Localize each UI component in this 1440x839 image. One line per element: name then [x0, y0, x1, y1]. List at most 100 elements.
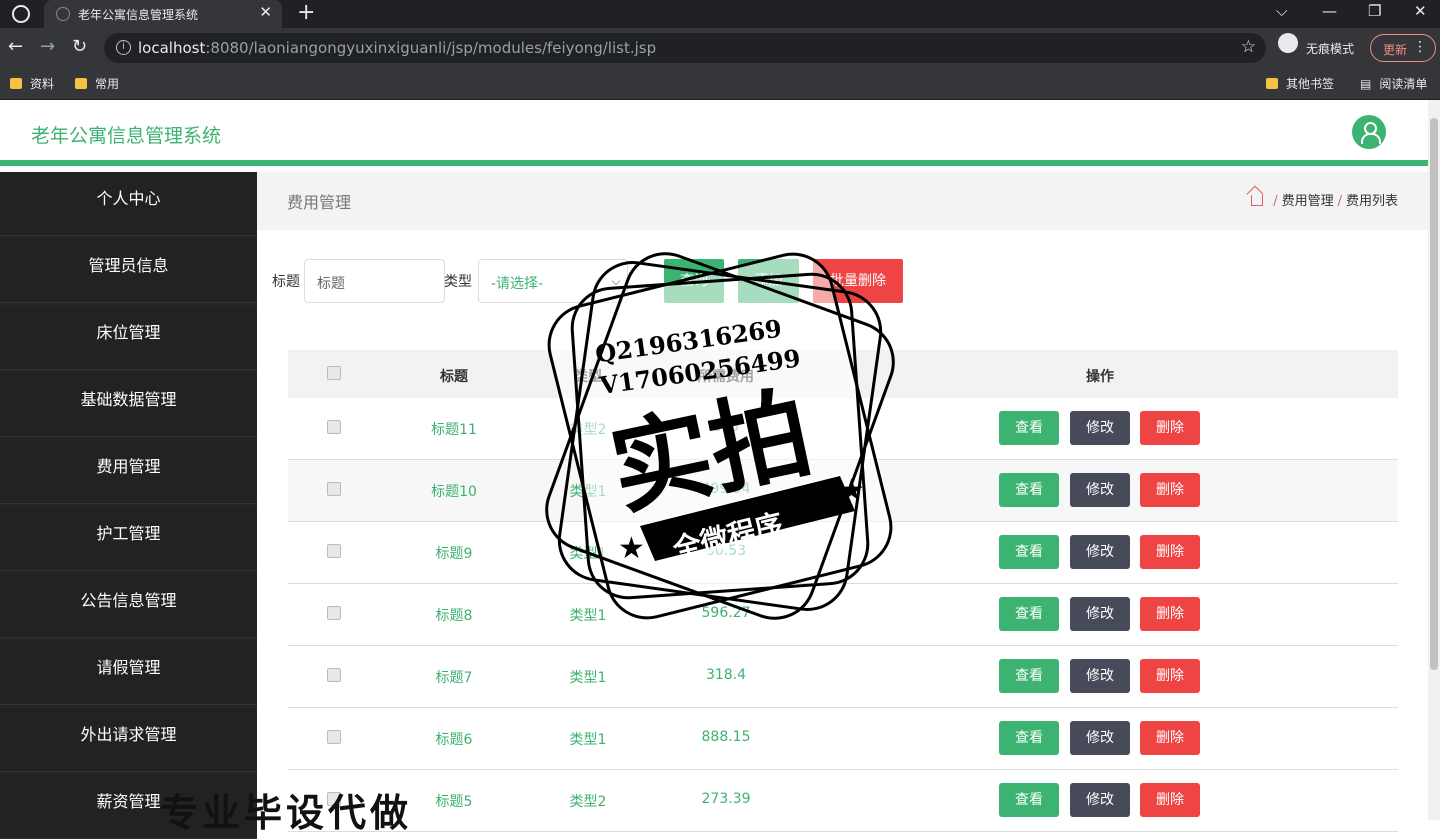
add-button[interactable]: 添加	[738, 259, 799, 303]
row-checkbox[interactable]	[327, 544, 341, 558]
back-icon[interactable]: ←	[8, 36, 23, 57]
cell-type: 类型1	[569, 732, 607, 748]
title-search-input[interactable]: 标题	[304, 259, 445, 303]
sidebar-item-nurse-management[interactable]: 护工管理	[0, 507, 257, 571]
reload-icon[interactable]: ↻	[72, 36, 87, 57]
delete-button[interactable]: 删除	[1140, 411, 1200, 445]
browser-tab[interactable]: 老年公寓信息管理系统 ✕	[44, 0, 282, 28]
cell-fee: 888.15	[701, 729, 751, 745]
delete-button[interactable]: 删除	[1140, 659, 1200, 693]
delete-button[interactable]: 删除	[1140, 783, 1200, 817]
home-icon[interactable]	[1251, 195, 1264, 206]
cell-title: 标题10	[431, 484, 477, 500]
sidebar-item-notice-management[interactable]: 公告信息管理	[0, 574, 257, 638]
select-all-checkbox[interactable]	[327, 366, 341, 380]
page-scrollbar[interactable]	[1428, 100, 1440, 820]
table-row: 标题7 类型1 318.4 查看 修改 删除	[288, 646, 1398, 708]
title-placeholder: 标题	[317, 276, 345, 292]
view-button[interactable]: 查看	[999, 411, 1059, 445]
bookmark-other[interactable]: 其他书签	[1266, 75, 1334, 92]
edit-button[interactable]: 修改	[1070, 597, 1130, 631]
sidebar-item-basic-data[interactable]: 基础数据管理	[0, 373, 257, 437]
minimize-icon[interactable]: —	[1322, 2, 1337, 20]
sidebar-item-leave-management[interactable]: 请假管理	[0, 641, 257, 705]
incognito-icon	[1278, 33, 1298, 53]
sidebar-item-admin-info[interactable]: 管理员信息	[0, 239, 257, 303]
delete-button[interactable]: 删除	[1140, 473, 1200, 507]
edit-button[interactable]: 修改	[1070, 659, 1130, 693]
watermark-bottom-text: 专业毕设代做	[160, 791, 413, 835]
close-window-icon[interactable]: ✕	[1414, 2, 1427, 20]
view-button[interactable]: 查看	[999, 597, 1059, 631]
url-host: localhost	[138, 39, 206, 57]
address-bar[interactable]: i localhost:8080/laoniangongyuxinxiguanl…	[104, 33, 1266, 63]
forward-icon[interactable]: →	[40, 36, 55, 57]
maximize-icon[interactable]: ❐	[1368, 2, 1381, 20]
tab-title: 老年公寓信息管理系统	[78, 8, 199, 22]
row-checkbox[interactable]	[327, 668, 341, 682]
breadcrumb-item-fee-management[interactable]: 费用管理	[1282, 194, 1334, 209]
bookmark-folder-ziliao[interactable]: 资料	[10, 75, 54, 92]
cell-title: 标题11	[431, 422, 477, 438]
folder-icon	[1266, 78, 1278, 89]
reading-list-icon: ▤	[1360, 77, 1372, 91]
sidebar-item-personal-center[interactable]: 个人中心	[0, 172, 257, 236]
column-header-fee: 所需费用	[698, 369, 754, 385]
cell-fee: 596.27	[701, 605, 751, 621]
scrollbar-thumb[interactable]	[1430, 118, 1438, 670]
type-label: 类型	[444, 274, 472, 290]
cell-type: 类型2	[569, 794, 607, 810]
tab-favicon-icon	[56, 7, 70, 21]
breadcrumb-bar: 费用管理 / 费用管理 / 费用列表	[257, 172, 1428, 230]
search-form: 标题 标题 类型 -请选择- 查询 添加 批量删除	[272, 259, 972, 303]
cell-type: 类型1	[569, 608, 607, 624]
view-button[interactable]: 查看	[999, 721, 1059, 755]
type-select[interactable]: -请选择-	[478, 259, 628, 303]
url-path: :8080/laoniangongyuxinxiguanli/jsp/modul…	[205, 39, 657, 57]
sidebar-item-fee-management[interactable]: 费用管理	[0, 440, 257, 504]
new-tab-button[interactable]: +	[297, 0, 315, 26]
row-checkbox[interactable]	[327, 730, 341, 744]
edit-button[interactable]: 修改	[1070, 721, 1130, 755]
browser-toolbar: ← → ↻ i localhost:8080/laoniangongyuxinx…	[0, 28, 1440, 66]
batch-delete-button[interactable]: 批量删除	[813, 259, 903, 303]
sidebar-item-bed-management[interactable]: 床位管理	[0, 306, 257, 370]
cell-type: 类型1	[569, 484, 607, 500]
cell-title: 标题8	[435, 608, 473, 624]
site-info-icon[interactable]: i	[116, 40, 131, 55]
view-button[interactable]: 查看	[999, 473, 1059, 507]
update-button[interactable]: 更新 ⋮	[1370, 34, 1436, 62]
row-checkbox[interactable]	[327, 420, 341, 434]
table-row: 标题6 类型1 888.15 查看 修改 删除	[288, 708, 1398, 770]
delete-button[interactable]: 删除	[1140, 597, 1200, 631]
more-menu-icon[interactable]: ⋮	[1413, 39, 1427, 55]
bookmark-folder-changyong[interactable]: 常用	[75, 75, 119, 92]
row-checkbox[interactable]	[327, 606, 341, 620]
sidebar: 个人中心 管理员信息 床位管理 基础数据管理 费用管理 护工管理 公告信息管理 …	[0, 172, 257, 839]
sidebar-item-outing-request[interactable]: 外出请求管理	[0, 708, 257, 772]
app-header: 老年公寓信息管理系统	[0, 100, 1428, 166]
edit-button[interactable]: 修改	[1070, 535, 1130, 569]
edit-button[interactable]: 修改	[1070, 783, 1130, 817]
cell-type: 类型1	[569, 670, 607, 686]
edit-button[interactable]: 修改	[1070, 411, 1130, 445]
view-button[interactable]: 查看	[999, 783, 1059, 817]
user-avatar-icon[interactable]	[1352, 115, 1386, 149]
app-title: 老年公寓信息管理系统	[31, 125, 222, 147]
row-checkbox[interactable]	[327, 482, 341, 496]
table-row: 标题10 类型1 499.94 查看 修改 删除	[288, 460, 1398, 522]
tab-close-icon[interactable]: ✕	[259, 3, 272, 21]
query-button[interactable]: 查询	[664, 259, 724, 303]
table-row: 标题8 类型1 596.27 查看 修改 删除	[288, 584, 1398, 646]
delete-button[interactable]: 删除	[1140, 721, 1200, 755]
edit-button[interactable]: 修改	[1070, 473, 1130, 507]
view-button[interactable]: 查看	[999, 659, 1059, 693]
view-button[interactable]: 查看	[999, 535, 1059, 569]
table-row: 标题5 类型2 273.39 查看 修改 删除	[288, 770, 1398, 832]
reading-list[interactable]: ▤ 阅读清单	[1360, 75, 1427, 92]
tab-search-icon[interactable]: ⌵	[1276, 2, 1287, 20]
delete-button[interactable]: 删除	[1140, 535, 1200, 569]
bookmark-star-icon[interactable]: ☆	[1241, 37, 1256, 57]
folder-icon	[75, 78, 87, 89]
cell-fee: 499.94	[701, 481, 751, 497]
